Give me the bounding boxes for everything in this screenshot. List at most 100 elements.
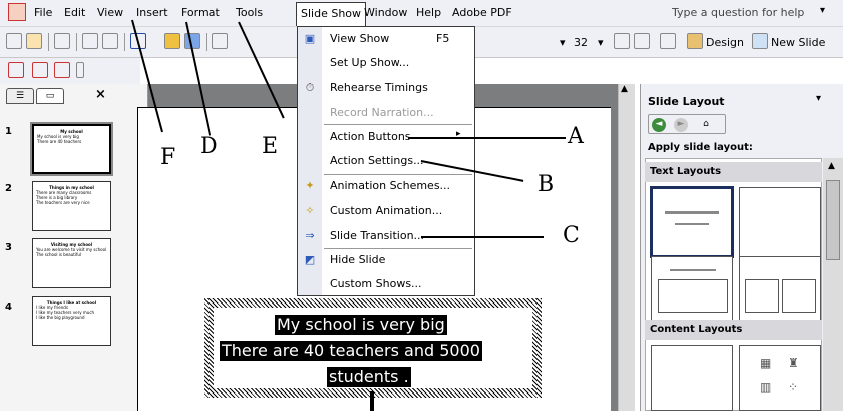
font-size-select[interactable]: 32: [574, 36, 588, 49]
task-pane-nav: ◄ ► ⌂: [648, 114, 726, 134]
slide-text-line[interactable]: There are 40 teachers and 5000: [220, 341, 482, 361]
decrease-indent-icon[interactable]: [660, 33, 676, 49]
task-pane-title: Slide Layout: [648, 95, 725, 108]
home-icon[interactable]: ⌂: [699, 118, 713, 132]
insert-chart-icon[interactable]: [164, 33, 180, 49]
powerpoint-app-icon[interactable]: [8, 3, 26, 21]
slide-show-menu: ▣ View Show F5 Set Up Show... ⏱ Rehearse…: [297, 26, 475, 296]
pdf-convert-icon[interactable]: [8, 62, 24, 78]
table-icon: ▦: [760, 356, 772, 370]
numbered-list-icon[interactable]: [614, 33, 630, 49]
paste-icon[interactable]: [102, 33, 118, 49]
design-icon[interactable]: [687, 33, 703, 49]
annotation-label-f: F: [160, 145, 176, 170]
layout-blank[interactable]: [651, 345, 733, 411]
menu-item-action-buttons[interactable]: Action Buttons: [330, 130, 411, 143]
menu-insert[interactable]: Insert: [136, 6, 168, 19]
menu-edit[interactable]: Edit: [64, 6, 85, 19]
menu-item-rehearse-timings[interactable]: Rehearse Timings: [330, 81, 428, 94]
text-placeholder-body: My school is very big There are 40 teach…: [214, 308, 532, 388]
menu-item-custom-animation[interactable]: Custom Animation...: [330, 204, 442, 217]
menu-bar: File Edit View Insert Format Tools Slide…: [0, 0, 843, 27]
slide-text-line[interactable]: students .: [327, 367, 411, 387]
stopwatch-icon: ⏱: [305, 81, 315, 94]
bulleted-list-icon[interactable]: [634, 33, 650, 49]
tab-slides[interactable]: ▭: [36, 88, 64, 104]
thumb-line: I like the big playground: [36, 315, 85, 320]
back-arrow-icon[interactable]: ◄: [652, 118, 666, 132]
chevron-down-icon[interactable]: ▾: [820, 5, 825, 16]
menu-separator: [324, 248, 472, 249]
chevron-down-icon[interactable]: ▾: [816, 93, 821, 104]
new-document-icon[interactable]: [6, 33, 22, 49]
toolbar-separator: [124, 33, 125, 51]
thumb-line: There are 40 teachers: [37, 139, 82, 144]
annotation-line-a: [408, 137, 566, 139]
close-icon[interactable]: ×: [95, 87, 106, 102]
layout-box: [658, 279, 728, 313]
open-folder-icon[interactable]: [26, 33, 42, 49]
pdf-review-icon[interactable]: [54, 62, 70, 78]
menu-item-view-show[interactable]: View Show: [330, 32, 389, 45]
layout-bar: [670, 269, 716, 271]
layout-box: [745, 279, 779, 313]
view-show-icon: ▣: [304, 32, 316, 45]
font-name-dropdown-arrow[interactable]: ▾: [560, 36, 566, 49]
slide-text-line[interactable]: My school is very big: [275, 315, 447, 335]
layout-title-only[interactable]: [739, 187, 821, 257]
design-button[interactable]: Design: [706, 36, 744, 49]
slide-number: 4: [5, 302, 12, 313]
print-icon[interactable]: [54, 33, 70, 49]
menu-tools[interactable]: Tools: [236, 6, 263, 19]
pdf-email-icon[interactable]: [32, 62, 48, 78]
slides-pane: ☰ ▭ × 1 My school My school is very big …: [0, 84, 148, 411]
custom-animation-icon: ✧: [305, 204, 315, 217]
menu-file[interactable]: File: [34, 6, 52, 19]
menu-item-set-up-show[interactable]: Set Up Show...: [330, 56, 409, 69]
layout-title-text[interactable]: [651, 256, 733, 326]
thumb-line: The school is beautiful: [36, 252, 81, 257]
menu-item-record-narration[interactable]: Record Narration...: [330, 106, 434, 119]
slide-thumbnail-3[interactable]: Visiting my school You are welcome to vi…: [32, 238, 111, 288]
text-placeholder[interactable]: My school is very big There are 40 teach…: [204, 298, 542, 398]
menu-slide-show[interactable]: Slide Show: [296, 2, 367, 26]
menu-help[interactable]: Help: [416, 6, 441, 19]
slide-thumbnail-1[interactable]: My school My school is very big There ar…: [30, 122, 113, 176]
vertical-scrollbar[interactable]: ▲: [618, 84, 635, 411]
tab-outline[interactable]: ☰: [6, 88, 34, 104]
menu-item-action-settings[interactable]: Action Settings...: [330, 154, 424, 167]
new-slide-button[interactable]: New Slide: [771, 36, 825, 49]
annotation-label-d: D: [200, 134, 218, 159]
help-search-box[interactable]: Type a question for help: [672, 6, 804, 19]
scroll-up-icon[interactable]: ▲: [621, 84, 628, 94]
forward-arrow-icon[interactable]: ►: [674, 118, 688, 132]
annotation-label-b: B: [538, 172, 555, 197]
menu-format[interactable]: Format: [181, 6, 220, 19]
menu-adobe-pdf[interactable]: Adobe PDF: [452, 6, 512, 19]
animation-schemes-icon: ✦: [305, 179, 315, 192]
apply-layout-label: Apply slide layout:: [648, 142, 753, 153]
slide-thumbnail-4[interactable]: Things I like at school I like my friend…: [32, 296, 111, 346]
slide-thumbnail-2[interactable]: Things in my school There are many class…: [32, 181, 111, 231]
slide-number: 3: [5, 242, 12, 253]
menu-window[interactable]: Window: [364, 6, 407, 19]
task-pane-scrollbar[interactable]: ▲: [823, 158, 843, 411]
content-layouts-header: Content Layouts: [645, 320, 822, 340]
scroll-thumb[interactable]: [826, 180, 840, 260]
layout-two-column[interactable]: [739, 256, 821, 326]
layout-content[interactable]: ▦ ♜ ▥ ⁘: [739, 345, 821, 411]
menu-view[interactable]: View: [97, 6, 123, 19]
copy-icon[interactable]: [82, 33, 98, 49]
toolbar-options-icon[interactable]: [76, 62, 84, 78]
scroll-up-icon[interactable]: ▲: [828, 161, 835, 171]
new-slide-icon[interactable]: [752, 33, 768, 49]
toolbar-separator: [76, 33, 77, 51]
menu-item-custom-shows[interactable]: Custom Shows...: [330, 277, 422, 290]
menu-separator: [324, 124, 472, 125]
grid-icon[interactable]: [212, 33, 228, 49]
menu-item-animation-schemes[interactable]: Animation Schemes...: [330, 179, 450, 192]
layout-title-slide[interactable]: [650, 186, 734, 258]
menu-item-slide-transition[interactable]: Slide Transition...: [330, 229, 424, 242]
menu-item-hide-slide[interactable]: Hide Slide: [330, 253, 385, 266]
font-size-dropdown-arrow[interactable]: ▾: [598, 36, 604, 49]
